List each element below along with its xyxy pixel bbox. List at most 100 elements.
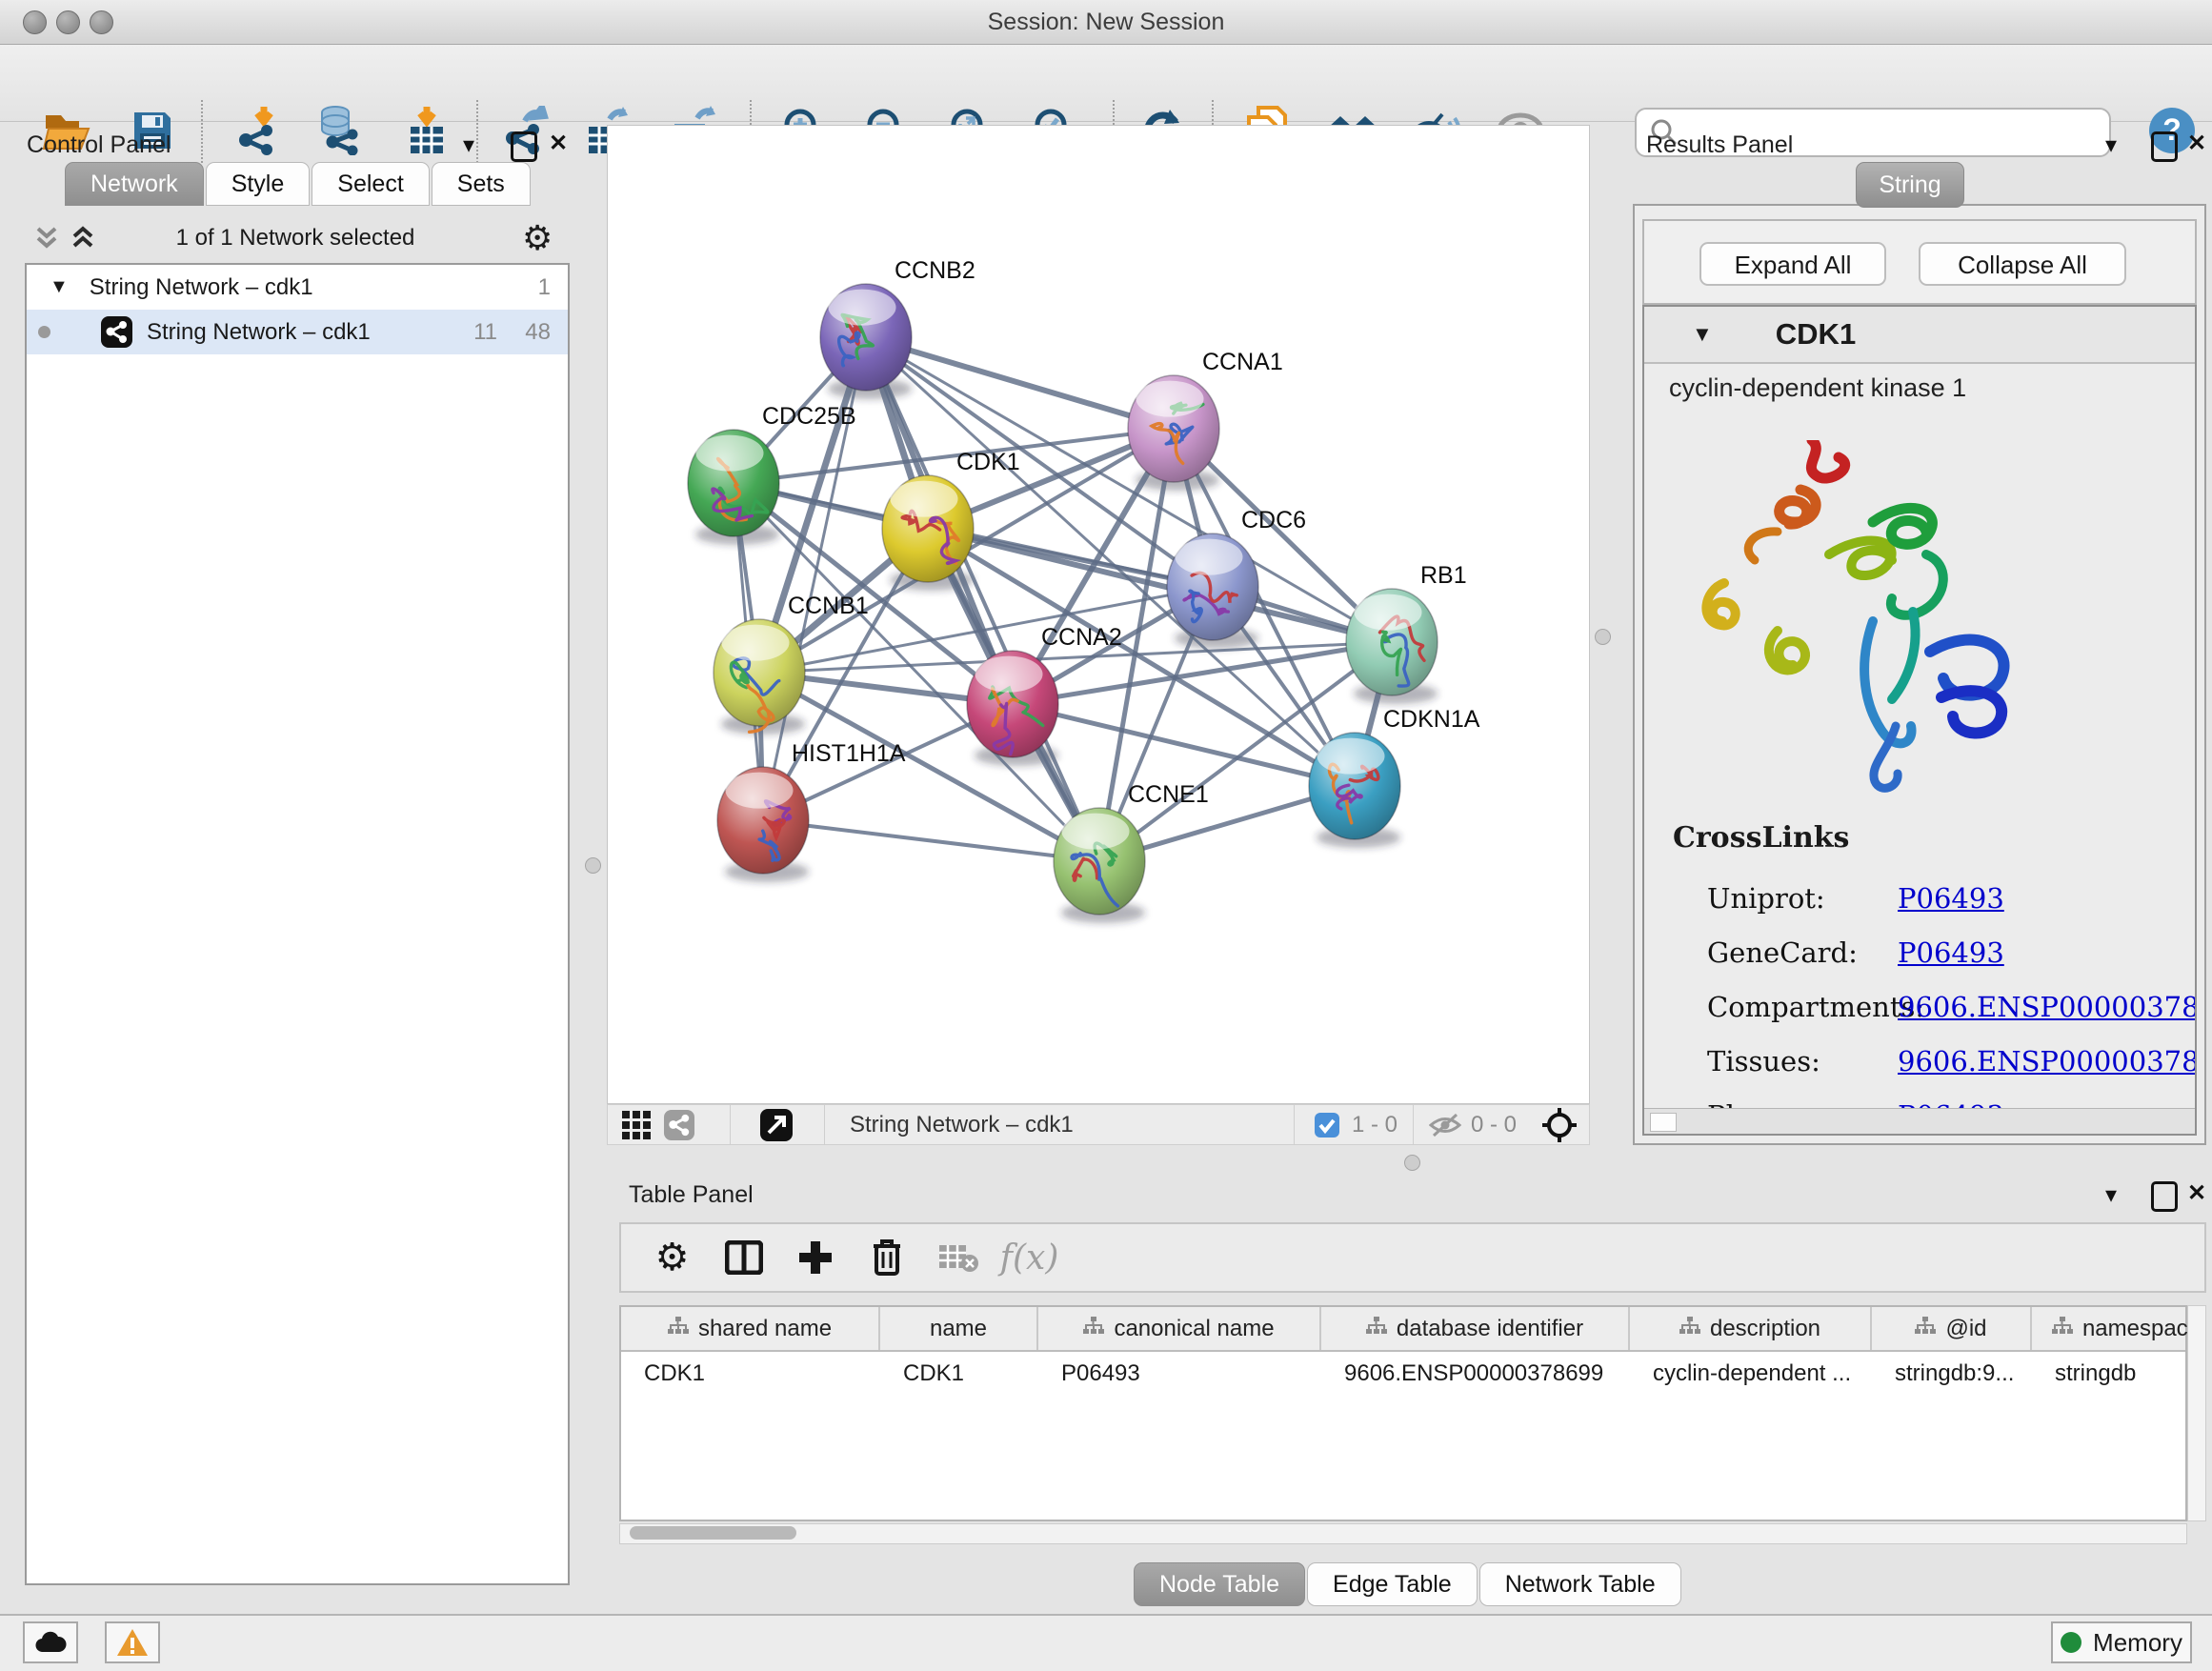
add-column-icon[interactable] [779, 1239, 851, 1276]
node-ccnb1[interactable]: CCNB1 [714, 593, 869, 732]
table-horizontal-scrollbar[interactable] [619, 1523, 2187, 1544]
node-table: shared namenamecanonical namedatabase id… [619, 1305, 2187, 1521]
show-columns-icon[interactable] [708, 1240, 779, 1275]
delete-column-icon[interactable] [851, 1238, 922, 1277]
column-label: description [1710, 1316, 1820, 1342]
tab-node-table[interactable]: Node Table [1134, 1562, 1305, 1606]
tab-string[interactable]: String [1856, 162, 1964, 208]
node-label-ccnb2: CCNB2 [895, 257, 975, 284]
node-cdkn1a[interactable]: CDKN1A [1309, 706, 1480, 839]
network-selection-summary: 1 of 1 Network selected [25, 225, 566, 252]
splitter-handle[interactable] [585, 857, 601, 874]
table-cell[interactable]: stringdb:9... [1872, 1352, 2032, 1395]
column-header-description[interactable]: description [1630, 1307, 1872, 1350]
expand-all-button[interactable]: Expand All [1699, 242, 1886, 286]
table-header-row: shared namenamecanonical namedatabase id… [621, 1307, 2185, 1352]
gene-name: CDK1 [1776, 317, 1856, 352]
node-ccne1[interactable]: CCNE1 [1054, 781, 1209, 915]
tab-select[interactable]: Select [312, 162, 429, 206]
application-window: Session: New Session [0, 0, 2212, 1671]
table-cell[interactable]: stringdb [2032, 1352, 2212, 1395]
toolbar-separator [476, 100, 478, 163]
tab-network-table[interactable]: Network Table [1479, 1562, 1681, 1606]
network-collection-row[interactable]: ▼ String Network – cdk1 1 [27, 265, 568, 310]
splitter-handle[interactable] [1404, 1155, 1420, 1171]
node-label-cdk1: CDK1 [956, 449, 1020, 475]
results-panel-menu-icon[interactable]: ▾ [2105, 131, 2117, 159]
table-panel-float-icon[interactable] [2151, 1181, 2178, 1212]
function-builder-icon[interactable]: f(x) [994, 1238, 1065, 1278]
column-header-canonical-name[interactable]: canonical name [1038, 1307, 1321, 1350]
network-view-toolbar: String Network – cdk1 1 - 0 0 - 0 [607, 1104, 1590, 1145]
table-panel-close-icon[interactable]: ✕ [2187, 1179, 2206, 1207]
node-label-ccnb1: CCNB1 [788, 593, 869, 619]
table-cell[interactable]: CDK1 [880, 1352, 1038, 1395]
column-header-database-identifier[interactable]: database identifier [1321, 1307, 1630, 1350]
network-row[interactable]: String Network – cdk1 11 48 [27, 310, 568, 354]
column-header-name[interactable]: name [880, 1307, 1038, 1350]
network-share-icon[interactable] [663, 1109, 695, 1141]
network-label: String Network – cdk1 [147, 319, 371, 346]
crosslink-link[interactable]: P06493 [1898, 936, 2004, 969]
warning-icon [116, 1628, 149, 1657]
table-options-gear-icon[interactable]: ⚙ [636, 1236, 708, 1279]
network-canvas[interactable]: CCNB2CCNA1CDC25BCDK1CDC6RB1CCNB1CCNA2CDK… [607, 125, 1590, 1104]
node-cdk1[interactable]: CDK1 [882, 449, 1020, 582]
import-network-file-icon[interactable] [232, 104, 286, 157]
crosslink-link[interactable]: 9606.ENSP00000378699 [1898, 1045, 2197, 1077]
tab-style[interactable]: Style [206, 162, 311, 206]
selected-checkbox-icon[interactable] [1314, 1112, 1340, 1138]
node-cdc6[interactable]: CDC6 [1167, 507, 1306, 640]
column-header-shared-name[interactable]: shared name [621, 1307, 880, 1350]
entry-collapse-caret-icon[interactable]: ▼ [1692, 322, 1713, 347]
birdseye-navigator-icon[interactable] [1541, 1107, 1578, 1143]
network-options-gear-icon[interactable]: ⚙ [522, 219, 553, 258]
detach-view-icon[interactable] [759, 1108, 794, 1142]
column-header-namespace[interactable]: namespace [2032, 1307, 2212, 1350]
results-panel-float-icon[interactable] [2151, 131, 2178, 162]
tab-sets[interactable]: Sets [432, 162, 531, 206]
splitter-handle[interactable] [1595, 629, 1611, 645]
divider [1413, 1104, 1414, 1145]
table-cell[interactable]: P06493 [1038, 1352, 1321, 1395]
node-label-ccne1: CCNE1 [1128, 781, 1209, 808]
control-panel-menu-icon[interactable]: ▾ [463, 131, 474, 159]
network-tree: ▼ String Network – cdk1 1 String Network… [25, 263, 570, 1585]
crosslink-row: Uniprot:P06493 [1707, 871, 2197, 925]
table-cell[interactable]: CDK1 [621, 1352, 880, 1395]
column-label: @id [1945, 1316, 1986, 1342]
gene-entry-header[interactable]: ▼ CDK1 [1644, 307, 2195, 364]
scrollbar-thumb[interactable] [630, 1526, 796, 1540]
view-grid-icon[interactable] [621, 1110, 652, 1140]
table-cell[interactable]: 9606.ENSP00000378699 [1321, 1352, 1630, 1395]
control-panel-float-icon[interactable] [511, 131, 537, 162]
crosslink-link[interactable]: 9606.ENSP00000378699 [1898, 991, 2197, 1023]
node-ccna1[interactable]: CCNA1 [1128, 349, 1283, 482]
cloud-status-button[interactable] [23, 1621, 78, 1663]
tab-network[interactable]: Network [65, 162, 204, 206]
node-rb1[interactable]: RB1 [1346, 562, 1467, 695]
table-panel-menu-icon[interactable]: ▾ [2105, 1181, 2117, 1209]
crosslink-link[interactable]: P06493 [1898, 882, 2004, 915]
table-row[interactable]: CDK1CDK1P064939606.ENSP00000378699cyclin… [621, 1352, 2185, 1395]
table-cell[interactable]: cyclin-dependent ... [1630, 1352, 1872, 1395]
memory-button[interactable]: Memory [2051, 1621, 2192, 1663]
warnings-button[interactable] [105, 1621, 160, 1663]
node-label-ccna1: CCNA1 [1202, 349, 1283, 375]
control-panel-close-icon[interactable]: ✕ [549, 130, 568, 157]
gene-description: cyclin-dependent kinase 1 [1669, 373, 1966, 403]
import-table-icon[interactable] [400, 104, 453, 157]
table-vertical-scrollbar[interactable] [2187, 1305, 2206, 1521]
import-network-database-icon[interactable] [313, 104, 367, 157]
results-scrollbar[interactable] [1644, 1108, 2195, 1134]
tree-expand-caret-icon[interactable]: ▼ [50, 276, 69, 298]
node-ccnb2[interactable]: CCNB2 [820, 257, 975, 391]
node-hist1h1a[interactable]: HIST1H1A [717, 740, 906, 874]
tab-edge-table[interactable]: Edge Table [1307, 1562, 1478, 1606]
node-label-cdc6: CDC6 [1241, 507, 1306, 534]
results-panel-close-icon[interactable]: ✕ [2187, 130, 2206, 157]
control-panel-title: Control Panel [27, 131, 171, 159]
column-header--id[interactable]: @id [1872, 1307, 2032, 1350]
delete-table-icon[interactable] [922, 1241, 994, 1274]
collapse-all-button[interactable]: Collapse All [1919, 242, 2126, 286]
